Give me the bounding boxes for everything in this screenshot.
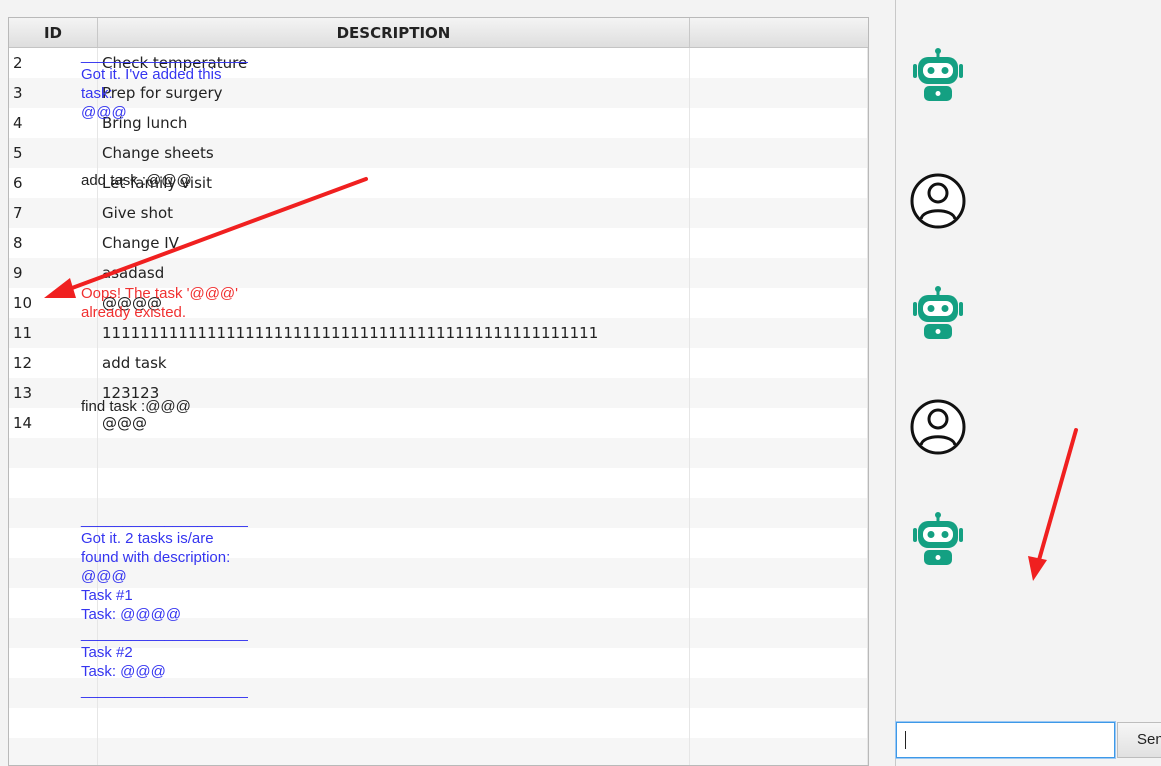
- cell-id: [9, 738, 98, 765]
- column-header-id[interactable]: ID: [9, 18, 98, 47]
- chat-message-bot: ____________________ Got it. I've added …: [81, 47, 248, 121]
- cell-description: [98, 708, 690, 738]
- cell-filler: [690, 468, 868, 498]
- cell-filler: [690, 558, 868, 588]
- table-row[interactable]: 7 Give shot: [9, 198, 868, 228]
- cell-filler: [690, 738, 868, 765]
- text-caret: [905, 731, 906, 749]
- cell-filler: [690, 498, 868, 528]
- cell-id: 11: [9, 318, 98, 348]
- cell-filler: [690, 318, 868, 348]
- table-row[interactable]: 12 add task: [9, 348, 868, 378]
- cell-description: Change IV: [98, 228, 690, 258]
- cell-description: [98, 468, 690, 498]
- table-row[interactable]: [9, 708, 868, 738]
- robot-icon: [909, 46, 967, 104]
- cell-filler: [690, 288, 868, 318]
- cell-filler: [690, 678, 868, 708]
- table-row[interactable]: 11 11111111111111111111111111111111111111…: [9, 318, 868, 348]
- cell-description: Change sheets: [98, 138, 690, 168]
- cell-filler: [690, 198, 868, 228]
- cell-filler: [690, 588, 868, 618]
- cell-filler: [690, 228, 868, 258]
- cell-filler: [690, 618, 868, 648]
- table-row[interactable]: [9, 738, 868, 765]
- chat-message-error: Oops! The task '@@@' already existed.: [81, 285, 239, 321]
- chat-message-user: add task :@@@: [81, 172, 192, 189]
- cell-filler: [690, 408, 868, 438]
- chat-panel: [895, 0, 1161, 766]
- cell-filler: [690, 528, 868, 558]
- cell-filler: [690, 378, 868, 408]
- cell-description: [98, 438, 690, 468]
- user-avatar-icon: [909, 398, 967, 456]
- cell-filler: [690, 78, 868, 108]
- cell-id: [9, 438, 98, 468]
- cell-id: 8: [9, 228, 98, 258]
- cell-filler: [690, 348, 868, 378]
- cell-filler: [690, 108, 868, 138]
- cell-id: 12: [9, 348, 98, 378]
- cell-description: Give shot: [98, 198, 690, 228]
- column-header-filler: [690, 18, 868, 47]
- cell-filler: [690, 708, 868, 738]
- cell-filler: [690, 438, 868, 468]
- cell-id: [9, 468, 98, 498]
- table-row[interactable]: [9, 468, 868, 498]
- cell-description: add task: [98, 348, 690, 378]
- cell-filler: [690, 138, 868, 168]
- robot-icon: [909, 284, 967, 342]
- table-row[interactable]: [9, 438, 868, 468]
- cell-id: [9, 708, 98, 738]
- cell-filler: [690, 168, 868, 198]
- command-input[interactable]: [896, 722, 1115, 758]
- table-row[interactable]: 8 Change IV: [9, 228, 868, 258]
- cell-filler: [690, 648, 868, 678]
- robot-icon: [909, 510, 967, 568]
- cell-description: 1111111111111111111111111111111111111111…: [98, 318, 690, 348]
- cell-id: 7: [9, 198, 98, 228]
- cell-filler: [690, 48, 868, 78]
- table-row[interactable]: 5 Change sheets: [9, 138, 868, 168]
- cell-filler: [690, 258, 868, 288]
- chat-message-bot: ____________________ Got it. 2 tasks is/…: [81, 511, 248, 699]
- chat-message-user: find task :@@@: [81, 398, 191, 415]
- user-avatar-icon: [909, 172, 967, 230]
- cell-description: [98, 738, 690, 765]
- table-header: ID DESCRIPTION: [9, 18, 868, 48]
- send-button[interactable]: Send: [1117, 722, 1161, 758]
- column-header-description[interactable]: DESCRIPTION: [98, 18, 690, 47]
- cell-id: 5: [9, 138, 98, 168]
